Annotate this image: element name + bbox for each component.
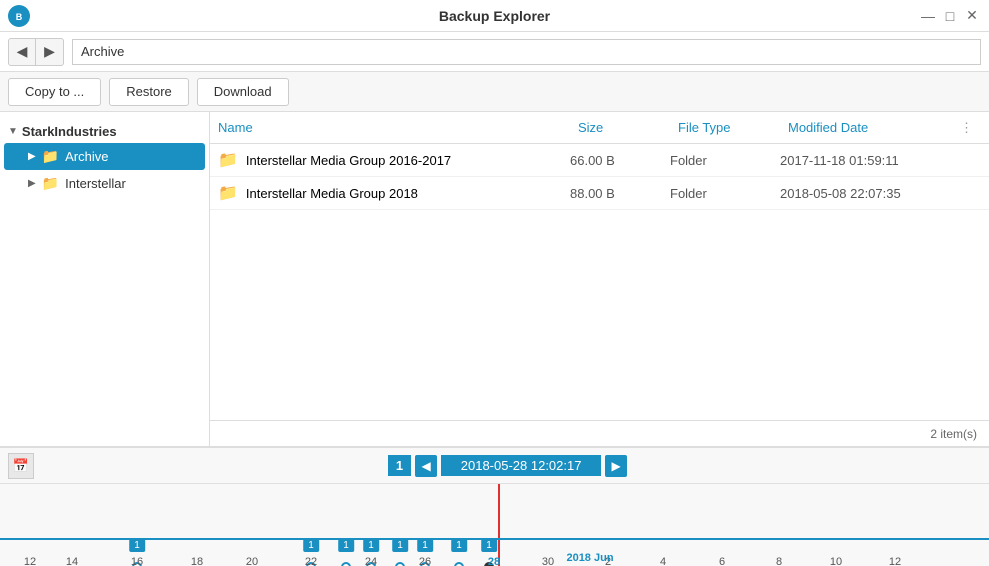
item-count: 2 item(s) <box>930 427 977 441</box>
file-name: Interstellar Media Group 2016-2017 <box>246 153 451 168</box>
minimize-button[interactable]: — <box>919 7 937 25</box>
forward-button[interactable]: ▶ <box>36 38 64 66</box>
timeline-scale-label: 26 <box>419 556 431 566</box>
timeline-toolbar: 📅 1 ◀ 2018-05-28 12:02:17 ▶ <box>0 448 989 484</box>
timeline-scale-label: 10 <box>830 556 842 566</box>
file-type: Folder <box>670 186 780 201</box>
folder-icon: 📁 <box>42 148 59 165</box>
folder-icon2: 📁 <box>42 175 59 192</box>
timeline-scale-label: 6 <box>719 556 725 566</box>
timeline-scale: 11111111 1214161820222426283024681012 20… <box>0 484 989 566</box>
title-bar: B Backup Explorer — □ ✕ <box>0 0 989 32</box>
table-row[interactable]: 📁 Interstellar Media Group 2016-2017 66.… <box>210 144 989 177</box>
timeline-scale-label: 18 <box>191 556 203 566</box>
sidebar-item-archive[interactable]: ▶ 📁 Archive <box>4 143 205 170</box>
timeline-scale-label: 8 <box>776 556 782 566</box>
timeline-badge: 1 <box>129 539 145 552</box>
folder-icon-yellow: 📁 <box>218 150 238 170</box>
filelist-body: 📁 Interstellar Media Group 2016-2017 66.… <box>210 144 989 420</box>
file-list: Name Size File Type Modified Date ⋮ 📁 In… <box>210 112 989 446</box>
col-more-icon[interactable]: ⋮ <box>960 120 980 136</box>
sidebar-item-interstellar-label: Interstellar <box>65 176 126 191</box>
timeline-date-label: 2018-05-28 12:02:17 <box>441 455 601 476</box>
timeline-count-badge: 1 <box>388 455 411 476</box>
chevron-down-icon: ▼ <box>8 126 18 137</box>
col-header-type[interactable]: File Type <box>670 120 780 135</box>
action-bar: Copy to ... Restore Download <box>0 72 989 112</box>
file-name-cell: 📁 Interstellar Media Group 2016-2017 <box>210 150 570 170</box>
timeline-scale-label: 14 <box>66 556 78 566</box>
restore-button[interactable]: Restore <box>109 78 189 106</box>
timeline-badge: 1 <box>303 539 319 552</box>
file-size: 66.00 B <box>570 153 670 168</box>
app-title: Backup Explorer <box>439 8 550 24</box>
timeline-dot[interactable] <box>454 562 464 566</box>
table-row[interactable]: 📁 Interstellar Media Group 2018 88.00 B … <box>210 177 989 210</box>
timeline-nav: 1 ◀ 2018-05-28 12:02:17 ▶ <box>388 455 627 477</box>
sidebar: ▼ StarkIndustries ▶ 📁 Archive ▶ 📁 Inters… <box>0 112 210 446</box>
timeline-scale-label: 22 <box>305 556 317 566</box>
download-button[interactable]: Download <box>197 78 289 106</box>
sidebar-root[interactable]: ▼ StarkIndustries <box>0 120 209 143</box>
timeline-scale-label: 28 <box>488 556 500 566</box>
sidebar-item-interstellar[interactable]: ▶ 📁 Interstellar <box>0 170 209 197</box>
timeline-badge: 1 <box>338 539 354 552</box>
timeline-calendar-icon[interactable]: 📅 <box>8 453 34 479</box>
timeline-scale-label: 16 <box>131 556 143 566</box>
file-type: Folder <box>670 153 780 168</box>
timeline-badge: 1 <box>417 539 433 552</box>
toolbar: ◀ ▶ <box>0 32 989 72</box>
file-name-cell: 📁 Interstellar Media Group 2018 <box>210 183 570 203</box>
timeline-month-label: 2018 Jun <box>566 552 613 564</box>
timeline-scale-label: 24 <box>365 556 377 566</box>
copy-to-button[interactable]: Copy to ... <box>8 78 101 106</box>
file-date: 2017-11-18 01:59:11 <box>780 153 960 168</box>
back-button[interactable]: ◀ <box>8 38 36 66</box>
folder-icon-yellow2: 📁 <box>218 183 238 203</box>
main-content: ▼ StarkIndustries ▶ 📁 Archive ▶ 📁 Inters… <box>0 112 989 446</box>
sidebar-root-label: StarkIndustries <box>22 124 117 139</box>
timeline-prev-button[interactable]: ◀ <box>415 455 437 477</box>
close-button[interactable]: ✕ <box>963 7 981 25</box>
timeline-badge: 1 <box>363 539 379 552</box>
window-controls: — □ ✕ <box>919 7 981 25</box>
file-name: Interstellar Media Group 2018 <box>246 186 418 201</box>
timeline-badge: 1 <box>392 539 408 552</box>
chevron-right-icon: ▶ <box>28 151 36 162</box>
file-date: 2018-05-08 22:07:35 <box>780 186 960 201</box>
timeline-next-button[interactable]: ▶ <box>605 455 627 477</box>
titlebar-left: B <box>8 5 30 27</box>
timeline-scale-label: 12 <box>889 556 901 566</box>
timeline-red-marker <box>498 484 500 566</box>
timeline-dot[interactable] <box>395 562 405 566</box>
sidebar-item-archive-label: Archive <box>65 149 108 164</box>
filelist-footer: 2 item(s) <box>210 420 989 446</box>
timeline-dot[interactable] <box>341 562 351 566</box>
col-header-name[interactable]: Name <box>210 120 570 135</box>
timeline-badge: 1 <box>451 539 467 552</box>
chevron-right-icon2: ▶ <box>28 178 36 189</box>
maximize-button[interactable]: □ <box>941 7 959 25</box>
app-icon: B <box>8 5 30 27</box>
col-header-size[interactable]: Size <box>570 120 670 135</box>
path-input[interactable] <box>72 39 981 65</box>
timeline-scale-label: 30 <box>542 556 554 566</box>
timeline-badge: 1 <box>481 539 497 552</box>
filelist-header: Name Size File Type Modified Date ⋮ <box>210 112 989 144</box>
file-size: 88.00 B <box>570 186 670 201</box>
timeline-scale-label: 20 <box>246 556 258 566</box>
timeline-scale-label: 4 <box>660 556 666 566</box>
svg-text:B: B <box>16 12 23 22</box>
timeline: 📅 1 ◀ 2018-05-28 12:02:17 ▶ 11111111 121… <box>0 446 989 566</box>
col-header-date[interactable]: Modified Date <box>780 120 960 135</box>
timeline-scale-label: 12 <box>24 556 36 566</box>
